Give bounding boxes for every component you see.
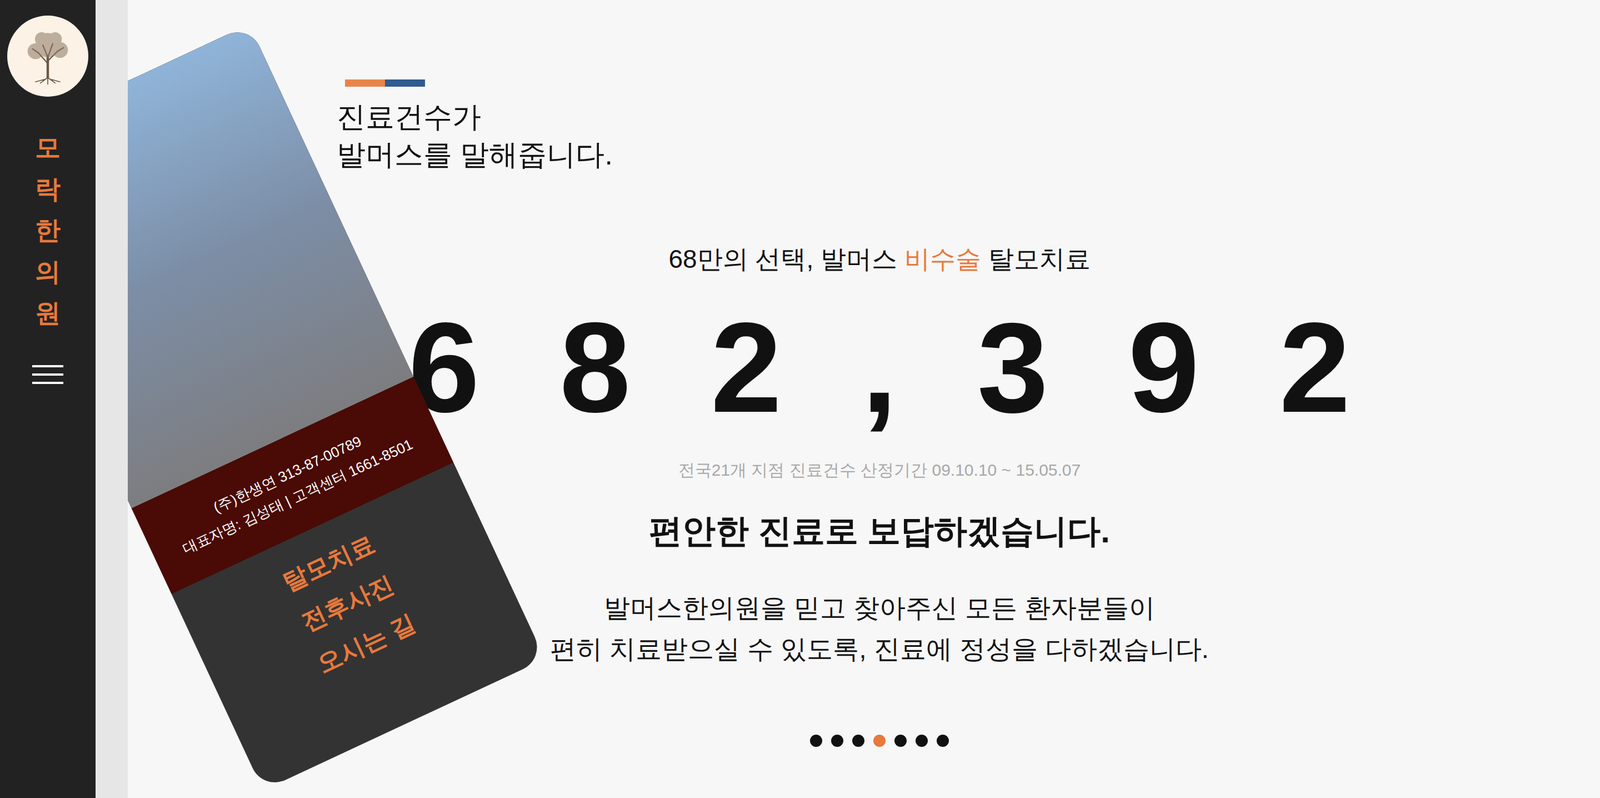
accent-bars xyxy=(345,79,1600,87)
page: 모락한의원 진료건수가발머스를 말해줍니다. 68만의 선택, 발머스 비수술 탈모… xyxy=(0,0,1600,798)
pagination-dot[interactable] xyxy=(810,734,823,747)
pagination-dot[interactable] xyxy=(894,734,907,747)
count-note: 전국21개 지점 진료건수 산정기간 09.10.10 ~ 15.05.07 xyxy=(678,458,1081,482)
logo[interactable] xyxy=(7,15,89,97)
menu-icon[interactable] xyxy=(32,365,64,384)
treatment-count: 682,392 xyxy=(328,303,1430,432)
pagination-dot[interactable] xyxy=(831,734,844,747)
sidebar: 모락한의원 xyxy=(0,0,96,798)
pagination-dot[interactable] xyxy=(915,734,928,747)
main: 진료건수가발머스를 말해줍니다. 68만의 선택, 발머스 비수술 탈모치료 682… xyxy=(127,0,1600,798)
message-body: 발머스한의원을 믿고 찾아주신 모든 환자분들이편히 치료받으실 수 있도록, … xyxy=(550,587,1209,670)
pagination-dot[interactable] xyxy=(852,734,865,747)
brand-name: 모락한의원 xyxy=(35,126,61,334)
pagination xyxy=(810,734,949,747)
message-heading: 편안한 진료로 보답하겠습니다. xyxy=(648,508,1110,554)
pagination-dot[interactable] xyxy=(936,734,949,747)
section-header: 진료건수가발머스를 말해줍니다. xyxy=(336,79,1600,174)
stats-subtitle: 68만의 선택, 발머스 비수술 탈모치료 xyxy=(668,242,1090,276)
section-title: 진료건수가발머스를 말해줍니다. xyxy=(336,97,1600,174)
tree-logo-icon xyxy=(17,25,79,87)
side-strip xyxy=(95,0,128,798)
pagination-dot[interactable] xyxy=(873,734,886,747)
